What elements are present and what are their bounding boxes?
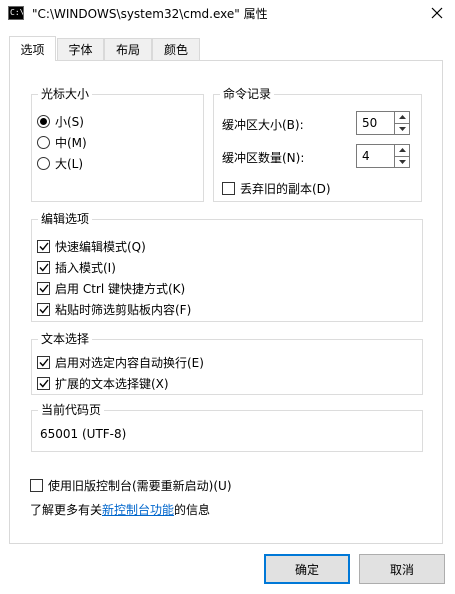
line-wrap-selection-checkbox-row[interactable]: 启用对选定内容自动换行(E) <box>37 353 204 371</box>
radio-button[interactable] <box>37 156 50 170</box>
radio-selected-dot <box>40 117 47 125</box>
checkbox-label: 插入模式(I) <box>55 260 116 275</box>
buffer-count-spinner[interactable]: 4 <box>356 144 410 168</box>
checkbox[interactable] <box>222 181 235 195</box>
code-page-value: 65001 (UTF-8) <box>40 427 127 441</box>
arrow-down-icon <box>398 159 406 164</box>
command-history-title: 命令记录 <box>220 87 275 101</box>
checkbox[interactable] <box>37 355 50 369</box>
filter-paste-checkbox-row[interactable]: 粘贴时筛选剪贴板内容(F) <box>37 300 191 318</box>
close-icon <box>431 7 442 19</box>
tab-colors[interactable]: 颜色 <box>152 38 200 60</box>
buffer-size-spinner[interactable]: 50 <box>356 111 410 135</box>
learn-more-prefix: 了解更多有关 <box>30 503 103 517</box>
tab-layout[interactable]: 布局 <box>104 38 152 60</box>
arrow-up-icon <box>398 115 406 120</box>
radio-button[interactable] <box>37 114 50 128</box>
buffer-size-label: 缓冲区大小(B): <box>222 118 304 132</box>
learn-more-suffix: 的信息 <box>174 503 211 517</box>
tab-options[interactable]: 选项 <box>9 36 56 61</box>
checkbox[interactable] <box>37 281 50 295</box>
checkbox-label: 扩展的文本选择键(X) <box>55 376 169 391</box>
window-title: "C:\WINDOWS\system32\cmd.exe" 属性 <box>32 7 268 21</box>
checkmark-icon <box>38 284 49 293</box>
spin-down-button[interactable] <box>395 155 409 167</box>
radio-cursor-medium[interactable]: 中(M) <box>37 133 87 151</box>
cursor-size-title: 光标大小 <box>38 87 93 101</box>
learn-more-text: 了解更多有关新控制台功能的信息 <box>30 501 210 518</box>
extended-selection-keys-checkbox-row[interactable]: 扩展的文本选择键(X) <box>37 374 204 392</box>
checkbox[interactable] <box>37 376 50 390</box>
checkbox[interactable] <box>37 239 50 253</box>
spin-down-button[interactable] <box>395 122 409 134</box>
radio-label: 小(S) <box>55 114 84 129</box>
cancel-button[interactable]: 取消 <box>359 554 445 584</box>
ctrl-shortcuts-checkbox-row[interactable]: 启用 Ctrl 键快捷方式(K) <box>37 279 191 297</box>
checkmark-icon <box>38 263 49 272</box>
radio-label: 大(L) <box>55 156 84 171</box>
cmd-app-icon: C:\ <box>8 6 24 20</box>
arrow-down-icon <box>398 126 406 131</box>
ok-button[interactable]: 确定 <box>264 554 350 584</box>
checkbox-label: 启用对选定内容自动换行(E) <box>55 355 204 370</box>
cursor-size-group: 光标大小 小(S) 中(M) 大(L) <box>31 87 204 202</box>
code-page-title: 当前代码页 <box>38 403 105 417</box>
quick-edit-checkbox-row[interactable]: 快速编辑模式(Q) <box>37 237 191 255</box>
radio-cursor-small[interactable]: 小(S) <box>37 112 87 130</box>
checkbox-label: 快速编辑模式(Q) <box>55 239 146 254</box>
close-button[interactable] <box>418 0 455 26</box>
checkmark-icon <box>38 379 49 388</box>
arrow-up-icon <box>398 148 406 153</box>
spin-up-button[interactable] <box>395 145 409 156</box>
command-history-group: 命令记录 缓冲区大小(B): 50 缓冲区数量(N): 4 丢弃旧的副本(D) <box>213 87 422 202</box>
checkbox-label: 启用 Ctrl 键快捷方式(K) <box>55 281 186 296</box>
discard-duplicates-checkbox-row[interactable]: 丢弃旧的副本(D) <box>222 179 331 197</box>
buffer-count-input[interactable]: 4 <box>356 144 394 168</box>
checkmark-icon <box>38 358 49 367</box>
text-selection-group: 文本选择 启用对选定内容自动换行(E) 扩展的文本选择键(X) <box>31 332 423 395</box>
checkmark-icon <box>38 242 49 251</box>
insert-mode-checkbox-row[interactable]: 插入模式(I) <box>37 258 191 276</box>
radio-button[interactable] <box>37 135 50 149</box>
legacy-console-checkbox-row[interactable]: 使用旧版控制台(需要重新启动)(U) <box>30 476 232 494</box>
checkbox[interactable] <box>37 260 50 274</box>
new-console-features-link[interactable]: 新控制台功能 <box>102 503 174 517</box>
checkbox-label: 粘贴时筛选剪贴板内容(F) <box>55 302 192 317</box>
checkmark-icon <box>38 305 49 314</box>
checkbox[interactable] <box>37 302 50 316</box>
edit-options-title: 编辑选项 <box>38 212 93 226</box>
edit-options-group: 编辑选项 快速编辑模式(Q) 插入模式(I) 启用 Ctrl 键快捷方式(K) … <box>31 212 423 322</box>
radio-label: 中(M) <box>55 135 87 150</box>
spin-up-button[interactable] <box>395 112 409 123</box>
code-page-group: 当前代码页 65001 (UTF-8) <box>31 403 423 452</box>
checkbox-label: 使用旧版控制台(需要重新启动)(U) <box>48 478 232 493</box>
radio-cursor-large[interactable]: 大(L) <box>37 154 87 172</box>
checkbox[interactable] <box>30 478 43 492</box>
text-selection-title: 文本选择 <box>38 332 93 346</box>
buffer-count-label: 缓冲区数量(N): <box>222 151 305 165</box>
tab-font[interactable]: 字体 <box>57 38 104 60</box>
checkbox-label: 丢弃旧的副本(D) <box>240 181 331 196</box>
buffer-size-input[interactable]: 50 <box>356 111 394 135</box>
